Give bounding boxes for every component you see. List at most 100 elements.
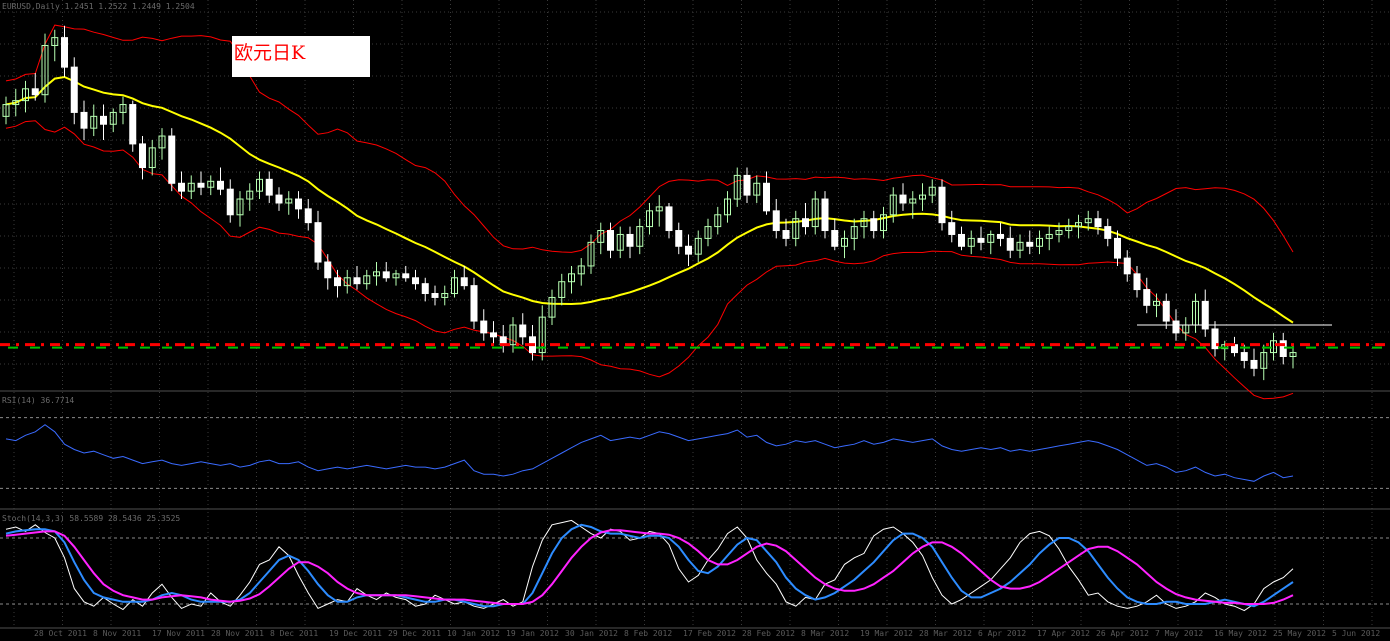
candle-body [31, 88, 39, 96]
candle-body [470, 285, 478, 322]
candle-body [1104, 226, 1112, 239]
candle [811, 191, 819, 235]
stoch-k-line [5, 523, 1294, 608]
chart-canvas [0, 0, 1390, 629]
chart-title-box: 欧元日K [232, 36, 370, 77]
candle [470, 277, 478, 329]
candle-body [1123, 257, 1131, 275]
candle [41, 33, 49, 103]
candle-body [1143, 289, 1151, 306]
x-axis-label: 17 Apr 2012 [1037, 629, 1090, 638]
price-pane-header: EURUSD,Daily 1.2451 1.2522 1.2449 1.2504 [2, 2, 195, 11]
candle [363, 269, 371, 290]
candle [977, 226, 985, 251]
candle [899, 183, 907, 211]
x-axis-label: 26 Apr 2012 [1096, 629, 1149, 638]
x-axis-label: 17 Feb 2012 [683, 629, 736, 638]
rsi-line [5, 424, 1294, 482]
x-axis-label: 28 Nov 2011 [211, 629, 264, 638]
candle [753, 175, 761, 203]
candle [997, 222, 1004, 247]
x-axis-label: 8 Mar 2012 [801, 629, 850, 638]
candle-body [314, 222, 322, 263]
candle-body [61, 37, 68, 68]
candle-body [421, 283, 429, 295]
candle-body [197, 182, 205, 188]
candle [1260, 344, 1268, 381]
candle [685, 234, 692, 266]
candle [1192, 293, 1199, 333]
candle-body [685, 245, 692, 255]
candle [304, 199, 312, 231]
candle-body [460, 277, 468, 287]
candle [636, 218, 644, 255]
candle-body [295, 198, 302, 210]
candle [733, 167, 741, 207]
stoch-pane [0, 519, 1390, 612]
candle [870, 210, 878, 239]
candle [1211, 321, 1219, 357]
candle-body [997, 233, 1004, 239]
candle [1094, 210, 1102, 235]
candle [490, 321, 497, 345]
candle [168, 128, 176, 192]
candle-body [226, 188, 234, 216]
candle [324, 254, 332, 290]
chart-title-text: 欧元日K [234, 42, 306, 64]
candle [519, 313, 527, 345]
candle [119, 96, 127, 125]
candle [285, 191, 293, 215]
candle-body [607, 230, 614, 251]
candle [948, 210, 956, 243]
x-axis-label: 8 Nov 2011 [93, 629, 142, 638]
candle [1201, 289, 1209, 337]
candle-body [402, 273, 410, 279]
candle [1162, 293, 1170, 329]
candle-body [665, 206, 673, 232]
candle-body [977, 237, 985, 243]
x-axis-label: 28 Oct 2011 [34, 629, 87, 638]
candle [207, 175, 215, 196]
candle [139, 136, 146, 180]
candle [197, 171, 205, 196]
candle [460, 265, 468, 290]
candle [178, 171, 185, 200]
candle [100, 104, 107, 140]
candle [265, 171, 273, 203]
candle [1231, 336, 1238, 357]
candle [1036, 230, 1043, 255]
stoch-pane-header: Stoch(14,3,3) 58.5589 28.5436 25.3525 [2, 514, 181, 523]
candle-body [139, 143, 146, 169]
candle-body [168, 135, 176, 184]
candle [1016, 234, 1024, 259]
candle [1182, 317, 1190, 341]
candle-body [1240, 352, 1248, 361]
candle-body [763, 182, 770, 212]
candle [558, 273, 566, 306]
candle-body [1172, 320, 1180, 334]
x-axis-label: 29 Dec 2011 [388, 629, 441, 638]
candle [850, 218, 858, 251]
candle-body [772, 210, 780, 232]
x-axis-label: 8 Dec 2011 [270, 629, 319, 638]
candle-body [899, 194, 907, 204]
candle [1143, 277, 1151, 314]
candle [353, 265, 361, 290]
candle-body [938, 186, 946, 224]
candle [1104, 218, 1112, 247]
candle [792, 210, 800, 247]
candle [373, 262, 380, 286]
candle-body [1006, 237, 1014, 251]
x-axis-label: 10 Jan 2012 [447, 629, 500, 638]
candle-body [948, 222, 956, 235]
candle-body [802, 218, 809, 228]
candle [655, 195, 663, 227]
candle [743, 167, 751, 203]
candle [958, 226, 965, 251]
x-axis-label: 19 Jan 2012 [506, 629, 559, 638]
candle [987, 230, 995, 255]
x-axis-label: 30 Jan 2012 [565, 629, 618, 638]
candle [1153, 293, 1160, 318]
candle-body [1026, 241, 1034, 247]
candle [226, 179, 234, 223]
